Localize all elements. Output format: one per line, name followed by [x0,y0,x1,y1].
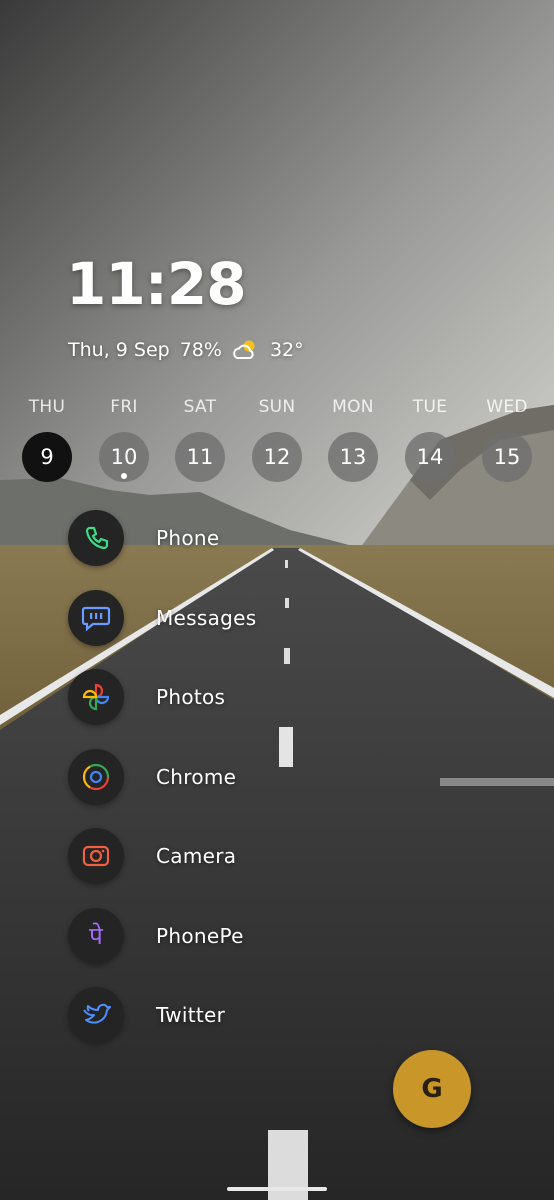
camera-icon[interactable] [68,828,124,884]
app-chrome[interactable]: Chrome [68,748,368,805]
day-number-label: 10 [110,445,138,469]
partly-sunny-icon [232,338,260,362]
day-number-label: 13 [339,445,367,469]
g-icon: G [421,1074,443,1104]
day-name: SAT [183,397,217,417]
app-photos[interactable]: Photos [68,669,368,725]
day-number-label: 12 [263,445,291,469]
temperature-text: 32° [269,339,304,361]
day-number: 9 [22,432,72,482]
app-phonepe[interactable]: पे PhonePe [68,907,368,964]
day-name: FRI [110,397,138,417]
calendar-day-wed[interactable]: WED 15 [477,394,537,482]
chrome-icon[interactable] [68,748,124,805]
app-label[interactable]: Chrome [156,765,236,789]
calendar-day-sat[interactable]: SAT 11 [170,394,230,482]
app-messages[interactable]: Messages [68,589,368,646]
day-number-label: 11 [186,445,214,469]
day-number-label: 14 [416,445,444,469]
day-number-label: 9 [40,445,54,469]
twitter-icon[interactable] [68,987,124,1043]
day-name: SUN [258,397,296,417]
calendar-day-tue[interactable]: TUE 14 [400,394,460,482]
date-text: Thu, 9 Sep [68,339,170,361]
phonepe-icon[interactable]: पे [68,907,124,964]
messages-icon[interactable] [68,589,124,646]
day-name: WED [486,397,528,417]
day-number-label: 15 [493,445,521,469]
day-number: 11 [175,432,225,482]
photos-icon[interactable] [68,669,124,725]
calendar-day-fri[interactable]: FRI 10 [94,394,154,482]
day-name: MON [332,397,374,417]
phone-icon[interactable] [68,510,124,566]
day-number: 15 [482,432,532,482]
home-gesture-bar[interactable] [227,1187,327,1191]
day-number: 14 [405,432,455,482]
app-camera[interactable]: Camera [68,828,368,884]
app-label[interactable]: Twitter [156,1003,225,1027]
app-label[interactable]: Messages [156,606,256,630]
date-weather-line[interactable]: Thu, 9 Sep 78% 32° [68,336,304,364]
app-label[interactable]: Phone [156,526,219,550]
app-label[interactable]: Photos [156,685,225,709]
app-label[interactable]: PhonePe [156,924,244,948]
day-name: THU [28,397,66,417]
calendar-day-thu[interactable]: THU 9 [17,394,77,482]
assistant-button[interactable]: G [393,1050,471,1128]
day-number: 13 [328,432,378,482]
clock-time[interactable]: 11:28 [66,250,247,318]
battery-text: 78% [179,339,222,361]
app-label[interactable]: Camera [156,844,236,868]
svg-text:पे: पे [89,922,103,950]
app-twitter[interactable]: Twitter [68,987,368,1043]
day-name: TUE [412,397,448,417]
calendar-day-sun[interactable]: SUN 12 [247,394,307,482]
event-dot [121,473,127,479]
day-number: 12 [252,432,302,482]
day-number: 10 [99,432,149,482]
calendar-day-mon[interactable]: MON 13 [323,394,383,482]
app-phone[interactable]: Phone [68,510,368,566]
